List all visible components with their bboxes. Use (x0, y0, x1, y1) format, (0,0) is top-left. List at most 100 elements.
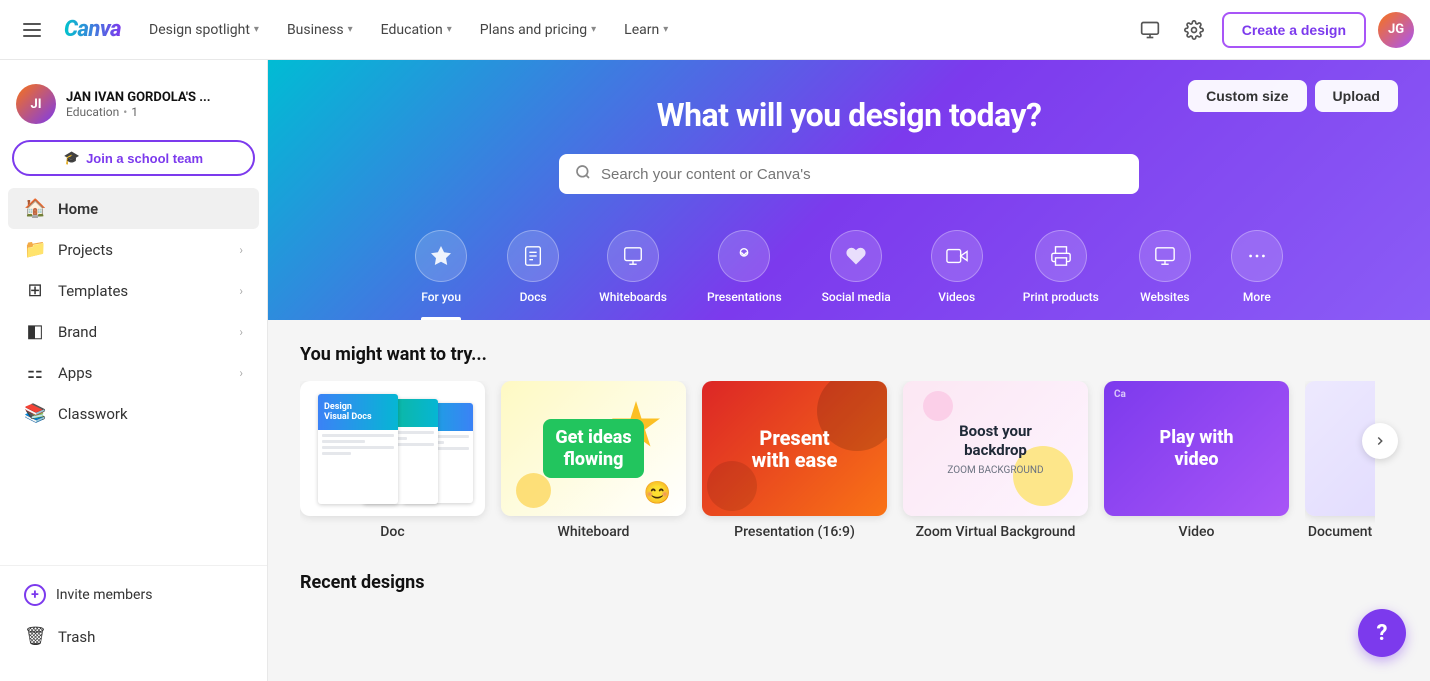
canva-logo[interactable]: Canva (64, 17, 121, 42)
card-label-document: Document (1305, 524, 1375, 540)
monitor-icon[interactable] (1134, 14, 1166, 46)
user-avatar: JI (16, 84, 56, 124)
sidebar-item-projects[interactable]: 📁 Projects › (8, 229, 259, 270)
search-icon (575, 164, 591, 184)
recent-designs-title: Recent designs (300, 572, 1398, 593)
sidebar-item-trash[interactable]: 🗑 Trash (8, 616, 259, 657)
sidebar-item-brand[interactable]: ◧ Brand › (8, 311, 259, 352)
card-document[interactable]: REAL... Document (1305, 381, 1375, 540)
add-person-icon: + (24, 584, 46, 606)
chevron-right-icon: › (239, 243, 243, 257)
quick-item-print-products[interactable]: Print products (1003, 218, 1119, 320)
docs-icon (507, 230, 559, 282)
quick-item-videos[interactable]: Videos (911, 218, 1003, 320)
nav-plans-pricing[interactable]: Plans and pricing ▾ (468, 16, 608, 44)
gear-icon[interactable] (1178, 14, 1210, 46)
hamburger-menu[interactable] (16, 14, 48, 46)
doc-inner: Design Visual DesignVisual Docs (308, 389, 477, 508)
blob-shape (516, 473, 551, 508)
chevron-down-icon: ▾ (348, 24, 353, 35)
sidebar-item-classwork[interactable]: 📚 Classwork (8, 393, 259, 434)
hero-actions: Custom size Upload (1188, 80, 1398, 112)
user-info: JAN IVAN GORDOLA'S ... Education • 1 (66, 90, 251, 119)
top-navigation: Canva Design spotlight ▾ Business ▾ Educ… (0, 0, 1430, 60)
main-layout: JI JAN IVAN GORDOLA'S ... Education • 1 … (0, 60, 1430, 681)
card-presentation[interactable]: Presentwith ease Presentation (16:9) (702, 381, 887, 540)
presentation-inner: Presentwith ease (702, 381, 887, 516)
user-subtitle: Education • 1 (66, 105, 251, 119)
quick-item-websites[interactable]: Websites (1119, 218, 1211, 320)
trash-icon: 🗑 (24, 626, 46, 647)
sidebar-footer: + Invite members 🗑 Trash (0, 565, 267, 665)
for-you-icon (415, 230, 467, 282)
chevron-down-icon: ▾ (591, 24, 596, 35)
websites-icon (1139, 230, 1191, 282)
quick-item-whiteboards[interactable]: Whiteboards (579, 218, 687, 320)
zoom-circle-small (923, 391, 953, 421)
help-button[interactable]: ? (1358, 609, 1406, 657)
canva-watermark: Ca (1114, 389, 1126, 400)
bg-circle-2 (707, 461, 757, 511)
presentation-text: Presentwith ease (752, 427, 838, 471)
hero-banner: Custom size Upload What will you design … (268, 60, 1430, 320)
card-thumb-whiteboard: Get ideasflowing 😊 (501, 381, 686, 516)
cards-row: Design Visual DesignVisual Docs (300, 381, 1398, 548)
card-thumb-video: Ca Play withvideo (1104, 381, 1289, 516)
sidebar-item-apps[interactable]: ⚏ Apps › (8, 352, 259, 393)
nav-items: Design spotlight ▾ Business ▾ Education … (137, 16, 1126, 44)
more-icon (1231, 230, 1283, 282)
card-label-whiteboard: Whiteboard (501, 524, 686, 540)
main-content: Custom size Upload What will you design … (268, 60, 1430, 681)
scroll-right-button[interactable] (1362, 423, 1398, 459)
user-name: JAN IVAN GORDOLA'S ... (66, 90, 226, 105)
quick-item-presentations[interactable]: Presentations (687, 218, 802, 320)
sidebar-navigation: 🏠 Home 📁 Projects › ⊞ Templates › ◧ Bran… (0, 188, 267, 557)
apps-icon: ⚏ (24, 362, 46, 383)
card-thumb-presentation: Presentwith ease (702, 381, 887, 516)
chevron-down-icon: ▾ (254, 24, 259, 35)
upload-button[interactable]: Upload (1315, 80, 1398, 112)
sidebar-item-templates[interactable]: ⊞ Templates › (8, 270, 259, 311)
chevron-down-icon: ▾ (663, 24, 668, 35)
quick-item-docs[interactable]: Docs (487, 218, 579, 320)
invite-members-button[interactable]: + Invite members (8, 574, 259, 616)
zoom-text: Boost yourbackdrop (959, 422, 1032, 461)
quick-item-more[interactable]: More (1211, 218, 1303, 320)
whiteboard-text: Get ideasflowing (543, 419, 643, 478)
card-zoom[interactable]: Boost yourbackdrop ZOOM BACKGROUND Zoom … (903, 381, 1088, 540)
card-label-zoom: Zoom Virtual Background (903, 524, 1088, 540)
nav-education[interactable]: Education ▾ (369, 16, 464, 44)
nav-right: Create a design JG (1134, 12, 1414, 48)
doc-page-1: DesignVisual Docs (318, 394, 398, 504)
card-label-video: Video (1104, 524, 1289, 540)
card-whiteboard[interactable]: Get ideasflowing 😊 Whiteboard (501, 381, 686, 540)
nav-business[interactable]: Business ▾ (275, 16, 365, 44)
cards-container: Design Visual DesignVisual Docs (300, 381, 1398, 548)
classwork-icon: 📚 (24, 403, 46, 424)
card-video[interactable]: Ca Play withvideo Video (1104, 381, 1289, 540)
quick-item-social-media[interactable]: Social media (802, 218, 911, 320)
join-school-button[interactable]: 🎓 Join a school team (12, 140, 255, 176)
brand-icon: ◧ (24, 321, 46, 342)
create-design-button[interactable]: Create a design (1222, 12, 1366, 48)
videos-icon (931, 230, 983, 282)
separator: • (123, 105, 127, 119)
zoom-subtitle: ZOOM BACKGROUND (947, 465, 1043, 476)
home-icon: 🏠 (24, 198, 46, 219)
projects-icon: 📁 (24, 239, 46, 260)
smiley-icon: 😊 (644, 481, 671, 506)
search-input[interactable] (601, 166, 1123, 183)
card-label-presentation: Presentation (16:9) (702, 524, 887, 540)
avatar[interactable]: JG (1378, 12, 1414, 48)
zoom-inner: Boost yourbackdrop ZOOM BACKGROUND (903, 381, 1088, 516)
quick-item-for-you[interactable]: For you (395, 218, 487, 320)
card-doc[interactable]: Design Visual DesignVisual Docs (300, 381, 485, 540)
sidebar-item-home[interactable]: 🏠 Home (8, 188, 259, 229)
card-label-doc: Doc (300, 524, 485, 540)
try-section-title: You might want to try... (300, 344, 1398, 365)
custom-size-button[interactable]: Custom size (1188, 80, 1306, 112)
sidebar: JI JAN IVAN GORDOLA'S ... Education • 1 … (0, 60, 268, 681)
nav-learn[interactable]: Learn ▾ (612, 16, 680, 44)
nav-design-spotlight[interactable]: Design spotlight ▾ (137, 16, 271, 44)
whiteboard-inner: Get ideasflowing 😊 (501, 381, 686, 516)
